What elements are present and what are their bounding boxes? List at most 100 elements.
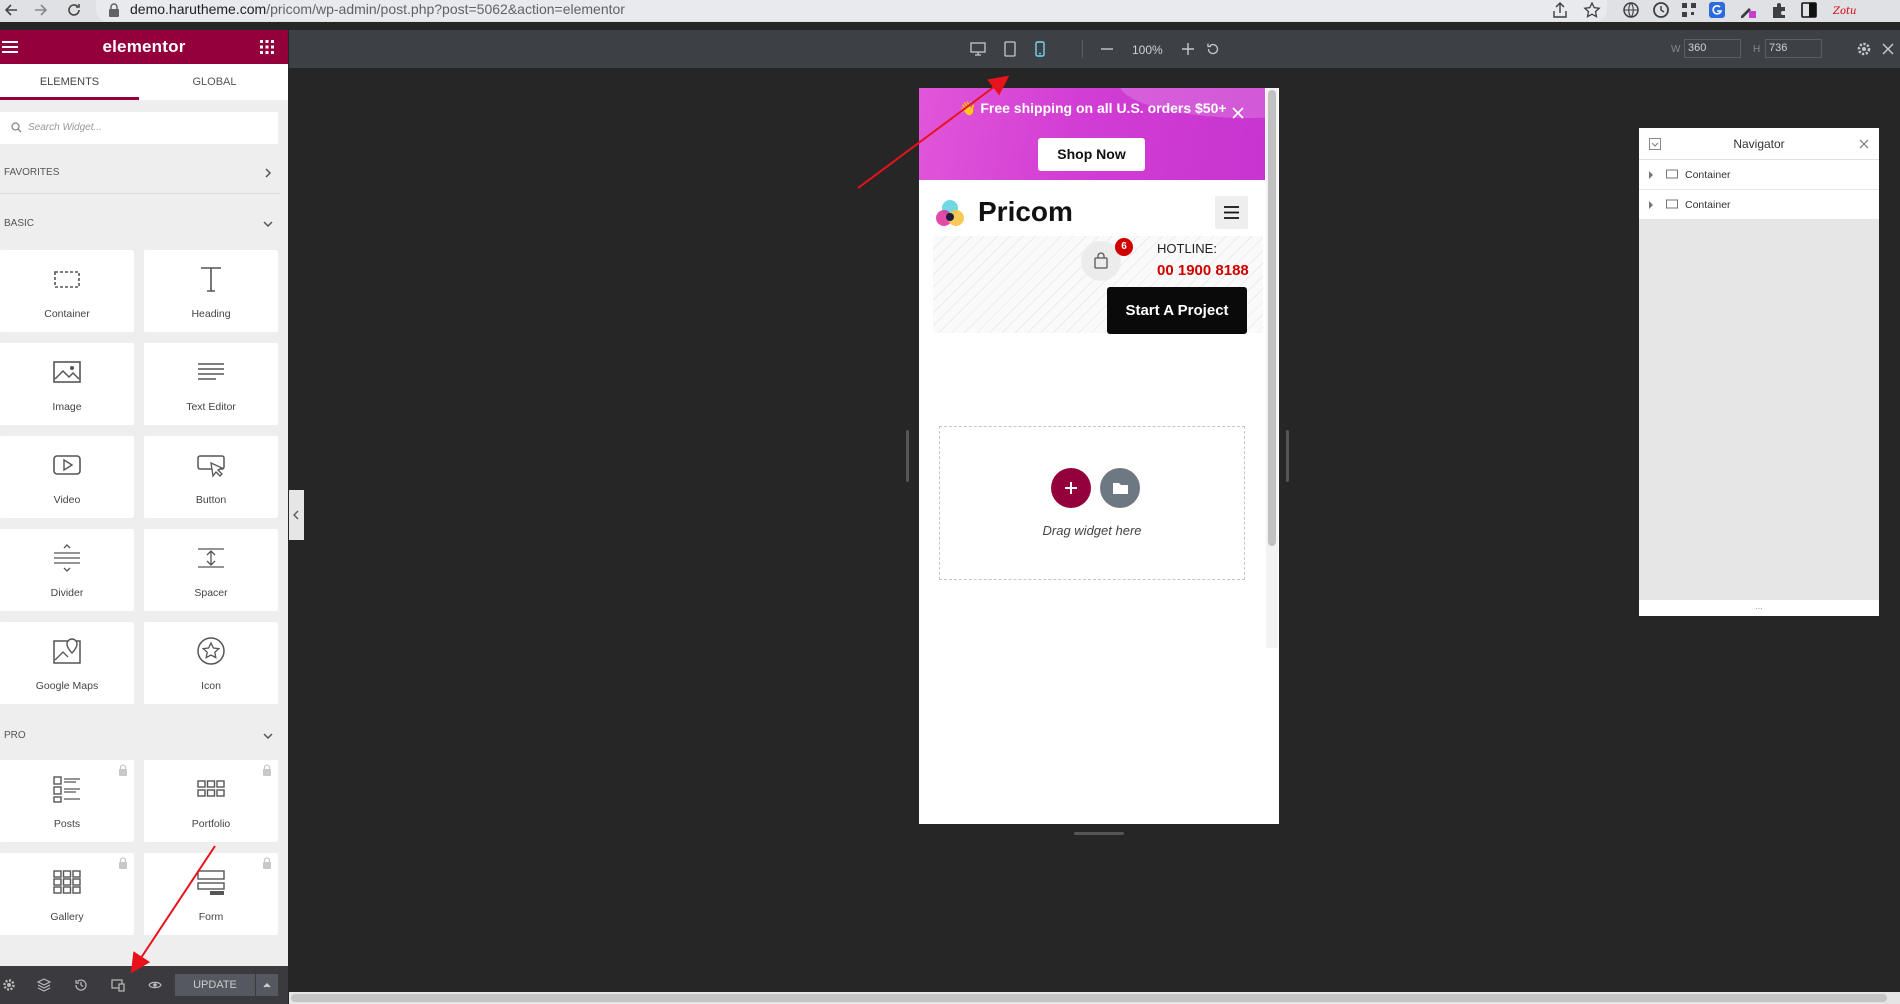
start-project-button[interactable]: Start A Project [1107,287,1247,334]
extension-color-picker-icon[interactable] [1738,1,1756,19]
pricom-logo-icon[interactable] [933,196,973,232]
add-section-plus-icon[interactable] [1051,468,1091,508]
history-icon[interactable] [74,978,88,992]
video-icon [52,450,82,480]
chevron-right-icon[interactable] [262,167,274,179]
resize-handle-bottom[interactable] [1074,832,1124,835]
search-widget-input[interactable]: Search Widget... [0,112,278,144]
reset-zoom-icon[interactable] [1205,41,1221,57]
width-input[interactable]: 360 [1684,39,1741,58]
update-button[interactable]: UPDATE [175,974,255,996]
hotline-number[interactable]: 00 1900 8188 [1157,262,1249,279]
caret-up-icon[interactable] [256,974,278,996]
canvas-horizontal-scrollbar[interactable] [291,994,1887,1002]
mobile-preview-frame: 👋 Free shipping on all U.S. orders $50+ … [919,88,1279,824]
widget-label: Image [52,401,82,413]
preview-scrollbar[interactable] [1268,90,1276,546]
widget-label: Heading [191,308,231,320]
shop-now-button[interactable]: Shop Now [1038,138,1145,171]
zoom-out-icon[interactable] [1099,41,1115,57]
google-maps-icon [52,636,82,666]
drop-zone[interactable]: Drag widget here [939,426,1245,580]
caret-right-icon[interactable] [1647,170,1655,180]
forward-arrow-icon[interactable] [30,0,50,20]
widget-gallery[interactable]: Gallery [0,853,134,935]
zoom-in-icon[interactable] [1180,41,1196,57]
widget-google-maps[interactable]: Google Maps [0,622,134,704]
caret-right-icon[interactable] [1647,200,1655,210]
navigator-item[interactable]: Container [1639,190,1879,220]
layers-navigator-icon[interactable] [37,978,51,992]
mobile-device-icon[interactable] [1032,41,1048,57]
navigator-header[interactable]: Navigator [1639,128,1879,160]
extension-globe-icon[interactable] [1622,1,1640,19]
widget-label: Button [195,494,227,506]
close-responsive-icon[interactable] [1880,41,1896,57]
settings-gear-icon[interactable] [1856,41,1872,57]
container-icon [52,264,82,294]
navigator-resize-handle[interactable]: ... [1639,600,1879,616]
widget-icon[interactable]: Icon [144,622,278,704]
widget-button[interactable]: Button [144,436,278,518]
template-folder-icon[interactable] [1100,468,1140,508]
search-placeholder: Search Widget... [28,122,102,133]
widget-form[interactable]: Form [144,853,278,935]
widget-text-editor[interactable]: Text Editor [144,343,278,425]
resize-handle-left[interactable] [906,430,909,482]
widget-posts[interactable]: Posts [0,760,134,842]
widget-heading[interactable]: Heading [144,250,278,332]
basic-section-title[interactable]: BASIC [4,218,34,229]
button-icon [196,450,226,480]
star-icon [196,636,226,666]
widget-label: Gallery [50,911,84,923]
widget-image[interactable]: Image [0,343,134,425]
desktop-device-icon[interactable] [970,41,986,57]
widget-portfolio[interactable]: Portfolio [144,760,278,842]
lock-icon [261,857,273,869]
close-icon[interactable] [1859,139,1869,149]
tablet-device-icon[interactable] [1002,41,1018,57]
svg-text:Zotu: Zotu [1832,6,1856,17]
widget-label: Spacer [194,587,228,599]
reload-icon[interactable] [64,0,84,20]
widget-container[interactable]: Container [0,250,134,332]
resize-handle-right[interactable] [1286,430,1289,482]
widget-label: Video [53,494,81,506]
favorites-section-title[interactable]: FAVORITES [4,167,59,178]
extension-qr-icon[interactable] [1680,1,1698,19]
width-label: W [1671,44,1681,55]
profile-avatar-icon[interactable]: Zotu [1832,1,1858,19]
tab-elements[interactable]: ELEMENTS [0,64,139,100]
extension-history-icon[interactable] [1652,1,1670,19]
lock-icon [108,3,120,17]
collapse-panel-toggle[interactable] [289,490,304,540]
widget-label: Google Maps [35,680,99,692]
navigator-item[interactable]: Container [1639,160,1879,190]
extension-g-icon[interactable] [1708,1,1726,19]
bookmark-star-icon[interactable] [1583,1,1601,19]
spacer-icon [196,543,226,573]
close-icon[interactable] [1231,106,1245,120]
chevron-down-icon[interactable] [262,218,274,230]
side-panel-icon[interactable] [1800,1,1818,19]
share-icon[interactable] [1551,1,1569,19]
widget-label: Icon [201,680,221,692]
preview-eye-icon[interactable] [148,978,162,992]
image-icon [52,357,82,387]
url-text[interactable]: demo.harutheme.com/pricom/wp-admin/post.… [130,1,625,17]
back-arrow-icon[interactable] [2,0,22,20]
apps-grid-icon[interactable] [260,40,274,54]
height-input[interactable]: 736 [1765,39,1822,58]
widget-spacer[interactable]: Spacer [144,529,278,611]
settings-gear-icon[interactable] [2,978,16,992]
extensions-puzzle-icon[interactable] [1770,1,1788,19]
pro-section-title[interactable]: PRO [4,730,26,741]
responsive-mode-icon[interactable] [111,978,125,992]
brand-name[interactable]: Pricom [978,196,1073,228]
widget-divider[interactable]: Divider [0,529,134,611]
tab-global[interactable]: GLOBAL [145,64,284,100]
mobile-menu-icon[interactable] [1215,196,1248,229]
chevron-down-icon[interactable] [262,730,274,742]
widget-video[interactable]: Video [0,436,134,518]
responsive-toolbar: 100% W 360 H 736 [289,30,1900,68]
